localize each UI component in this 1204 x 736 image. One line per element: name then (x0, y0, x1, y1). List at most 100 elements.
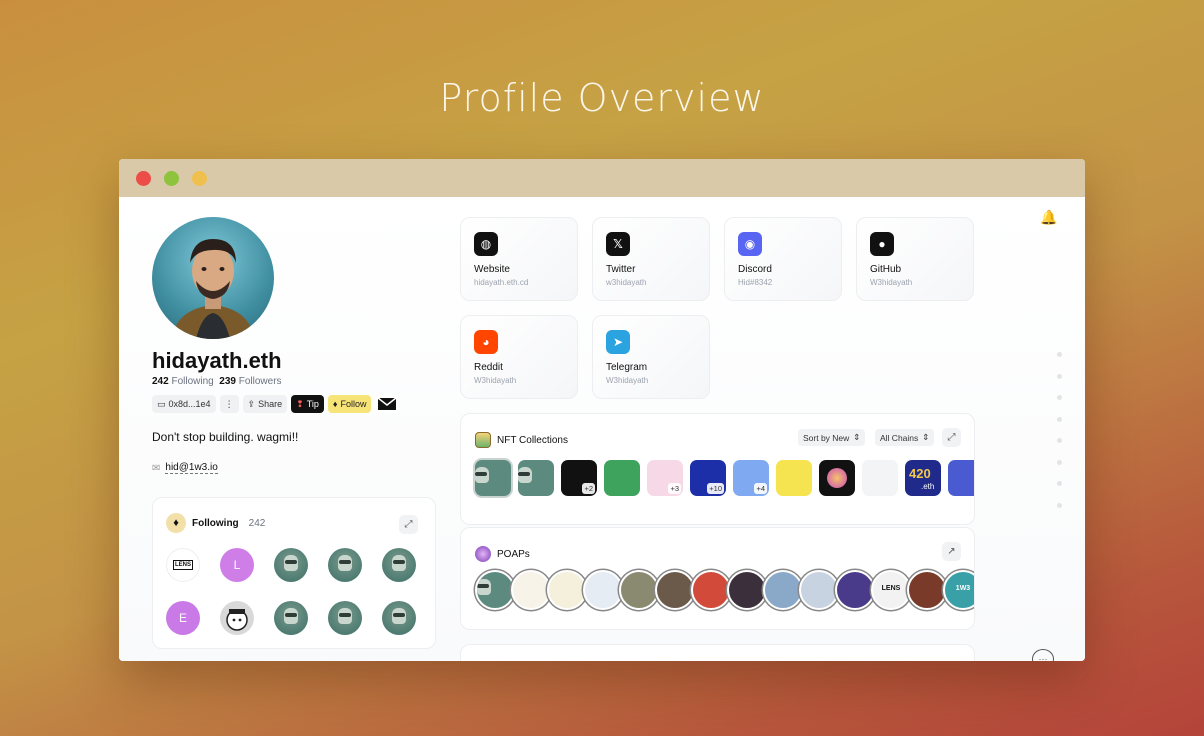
following-avatar[interactable]: E (166, 601, 200, 635)
chat-icon[interactable]: ··· (1032, 649, 1054, 661)
following-avatar[interactable] (328, 548, 362, 582)
message-button[interactable] (375, 395, 400, 413)
poap-badge[interactable] (547, 570, 587, 610)
avatar-logo-text: LENS (172, 560, 193, 570)
nft-collection-item[interactable] (862, 460, 898, 496)
minimize-window-button[interactable] (164, 171, 179, 186)
followers-label[interactable]: Followers (239, 376, 282, 387)
tip-button[interactable]: ❢ Tip (291, 395, 324, 413)
section-nav-dot[interactable] (1057, 502, 1062, 508)
poap-badge[interactable]: 1W3 (943, 570, 974, 610)
close-window-button[interactable] (136, 171, 151, 186)
more-options-button[interactable]: ⋮ (219, 395, 239, 413)
wallet-address-button[interactable]: ▭ 0x8d...1e4 (152, 395, 216, 413)
poap-badge[interactable] (907, 570, 947, 610)
nft-collection-item[interactable] (819, 460, 855, 496)
following-avatar[interactable] (274, 601, 308, 635)
poaps-panel: POAPs ↗ LENS 1W3 (460, 527, 975, 630)
avatar-initial: E (178, 611, 187, 625)
social-card-discord[interactable]: ◉ Discord Hid#8342 (724, 217, 842, 301)
following-card-title: Following (192, 517, 239, 529)
social-card-handle: W3hidayath (606, 376, 649, 385)
more-icon: ⋮ (224, 398, 234, 409)
social-card-handle: W3hidayath (474, 376, 517, 385)
nft-collection-item[interactable]: +3 (647, 460, 683, 496)
x-icon: 𝕏 (606, 232, 630, 256)
nft-more-count: +3 (668, 483, 681, 494)
section-nav-dot[interactable] (1057, 352, 1062, 357)
nft-collection-item[interactable]: +4 (733, 460, 769, 496)
social-card-handle: W3hidayath (870, 278, 913, 287)
updown-chevron-icon: ⇕ (922, 432, 930, 442)
page-heading: Profile Overview (439, 76, 765, 120)
poap-badge[interactable] (835, 570, 875, 610)
poap-badge[interactable] (691, 570, 731, 610)
poap-badge[interactable] (655, 570, 695, 610)
globe-icon: ◍ (474, 232, 498, 256)
following-avatar[interactable]: LENS (166, 548, 200, 582)
followers-count[interactable]: 239 (219, 376, 236, 387)
poap-badge[interactable]: LENS (871, 570, 911, 610)
section-nav-dot[interactable] (1057, 438, 1062, 443)
social-card-twitter[interactable]: 𝕏 Twitter w3hidayath (592, 217, 710, 301)
reddit-icon: ◕ (474, 330, 498, 354)
ethereum-icon: ♦ (166, 513, 186, 533)
profile-actions: ▭ 0x8d...1e4 ⋮ ⇪ Share ❢ Tip ♦ Follow (152, 395, 400, 413)
tip-label: Tip (306, 399, 319, 409)
nft-collection-item[interactable] (948, 460, 974, 496)
section-nav-dot[interactable] (1057, 416, 1062, 422)
open-poaps-button[interactable]: ↗ (942, 542, 961, 561)
follow-stats: 242 Following 239 Followers (152, 376, 282, 387)
app-window: hidayath.eth 242 Following 239 Followers… (119, 159, 1085, 661)
poap-label: 1W3 (955, 585, 971, 592)
share-button[interactable]: ⇪ Share (242, 395, 288, 413)
poap-badge[interactable] (799, 570, 839, 610)
nft-collection-item[interactable] (518, 460, 554, 496)
envelope-icon: ✉ (152, 462, 161, 474)
nft-collection-item[interactable]: 420 .eth (905, 460, 941, 496)
nft-420-label: 420 (909, 466, 931, 481)
expand-nft-button[interactable]: ⤢ (942, 428, 961, 447)
following-avatar[interactable] (382, 601, 416, 635)
poap-badge[interactable] (475, 570, 515, 610)
profile-email[interactable]: hid@1w3.io (165, 462, 218, 474)
arrow-up-right-icon: ↗ (947, 546, 956, 557)
social-card-github[interactable]: ● GitHub W3hidayath (856, 217, 974, 301)
follow-button[interactable]: ♦ Follow (327, 395, 372, 413)
following-avatar[interactable] (274, 548, 308, 582)
poap-badge[interactable] (511, 570, 551, 610)
following-avatar[interactable] (328, 601, 362, 635)
share-label: Share (258, 399, 283, 409)
social-card-telegram[interactable]: ➤ Telegram W3hidayath (592, 315, 710, 399)
following-avatar[interactable] (382, 548, 416, 582)
poap-badge[interactable] (763, 570, 803, 610)
poap-badge[interactable] (583, 570, 623, 610)
social-card-reddit[interactable]: ◕ Reddit W3hidayath (460, 315, 578, 399)
poap-badge[interactable] (619, 570, 659, 610)
expand-following-button[interactable]: ⤢ (399, 515, 418, 534)
zoom-window-button[interactable] (192, 171, 207, 186)
following-card-count: 242 (248, 517, 266, 529)
bell-icon[interactable]: 🔔 (1040, 209, 1057, 226)
social-card-name: Telegram (606, 362, 648, 373)
following-label[interactable]: Following (171, 376, 213, 387)
chain-select[interactable]: All Chains ⇕ (875, 429, 935, 446)
nft-collection-item[interactable]: +2 (561, 460, 597, 496)
following-count[interactable]: 242 (152, 376, 169, 387)
social-card-website[interactable]: ◍ Website hidayath.eth.cd (460, 217, 578, 301)
section-nav-dot[interactable] (1057, 395, 1062, 400)
poap-label: LENS (881, 585, 901, 592)
nft-collection-item[interactable] (776, 460, 812, 496)
sort-select[interactable]: Sort by New ⇕ (798, 429, 866, 446)
nft-collection-item[interactable] (604, 460, 640, 496)
nft-collection-item[interactable]: +10 (690, 460, 726, 496)
section-nav-dot[interactable] (1057, 373, 1062, 379)
following-avatar[interactable]: L (220, 548, 254, 582)
nft-more-count: +10 (707, 483, 724, 494)
poap-badge[interactable] (727, 570, 767, 610)
nft-collection-item[interactable] (475, 460, 511, 496)
section-nav-dot[interactable] (1057, 459, 1062, 465)
share-icon: ⇪ (247, 398, 256, 409)
section-nav-dot[interactable] (1057, 481, 1062, 486)
following-avatar[interactable] (220, 601, 254, 635)
